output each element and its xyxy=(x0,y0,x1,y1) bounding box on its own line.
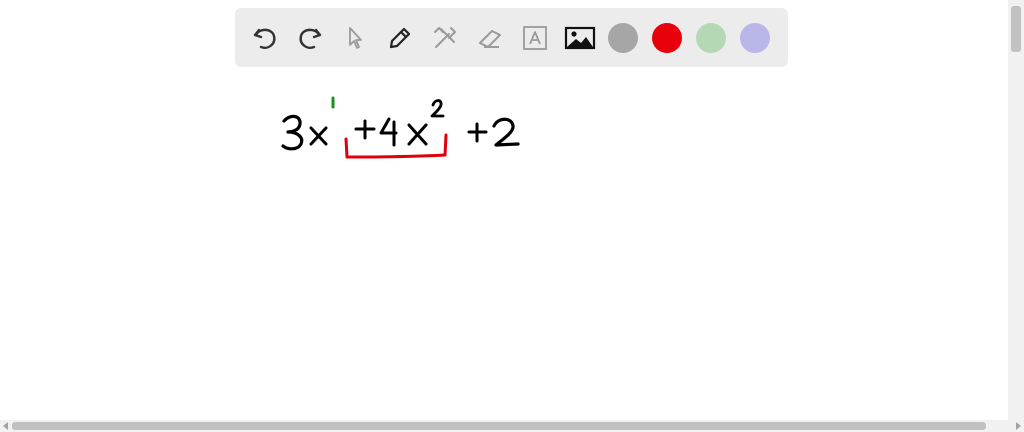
horizontal-scroll-thumb[interactable] xyxy=(12,422,986,430)
whiteboard-app xyxy=(0,0,1024,432)
text-box-icon xyxy=(523,25,547,50)
digit-3-stroke xyxy=(281,114,304,151)
image-icon xyxy=(564,26,596,49)
scroll-right-arrow-icon[interactable] xyxy=(1016,422,1021,430)
text-button[interactable] xyxy=(518,21,552,55)
tools-button[interactable] xyxy=(428,21,462,55)
red-bracket xyxy=(344,133,448,159)
eraser-icon xyxy=(479,29,501,48)
red-color-swatch[interactable] xyxy=(652,22,682,53)
vertical-scrollbar[interactable] xyxy=(1008,0,1024,420)
horizontal-scrollbar[interactable] xyxy=(0,420,1024,432)
undo-icon xyxy=(253,28,276,49)
gray-color-swatch[interactable] xyxy=(608,22,638,53)
redo-button[interactable] xyxy=(293,21,327,55)
purple-color-swatch[interactable] xyxy=(740,22,770,53)
digit-4-stroke xyxy=(379,117,398,147)
plus-sign-2 xyxy=(467,122,488,143)
tools-icon xyxy=(434,26,456,48)
select-button[interactable] xyxy=(338,21,372,55)
green-color-swatch[interactable] xyxy=(696,22,726,53)
pencil-button[interactable] xyxy=(383,21,417,55)
exponent-2-mark xyxy=(430,99,445,118)
redo-icon xyxy=(299,28,322,49)
undo-button[interactable] xyxy=(248,21,282,55)
image-button[interactable] xyxy=(563,21,597,55)
scroll-left-arrow-icon[interactable] xyxy=(3,422,8,430)
pointer-icon xyxy=(349,26,362,49)
pencil-icon xyxy=(389,27,411,48)
plus-sign-1 xyxy=(354,119,376,140)
vertical-scroll-thumb[interactable] xyxy=(1011,6,1021,52)
digit-2-stroke xyxy=(492,117,520,147)
eraser-button[interactable] xyxy=(473,21,507,55)
letter-x-stroke-2 xyxy=(407,123,428,146)
letter-x-stroke xyxy=(309,126,328,146)
drawing-toolbar xyxy=(235,8,788,67)
